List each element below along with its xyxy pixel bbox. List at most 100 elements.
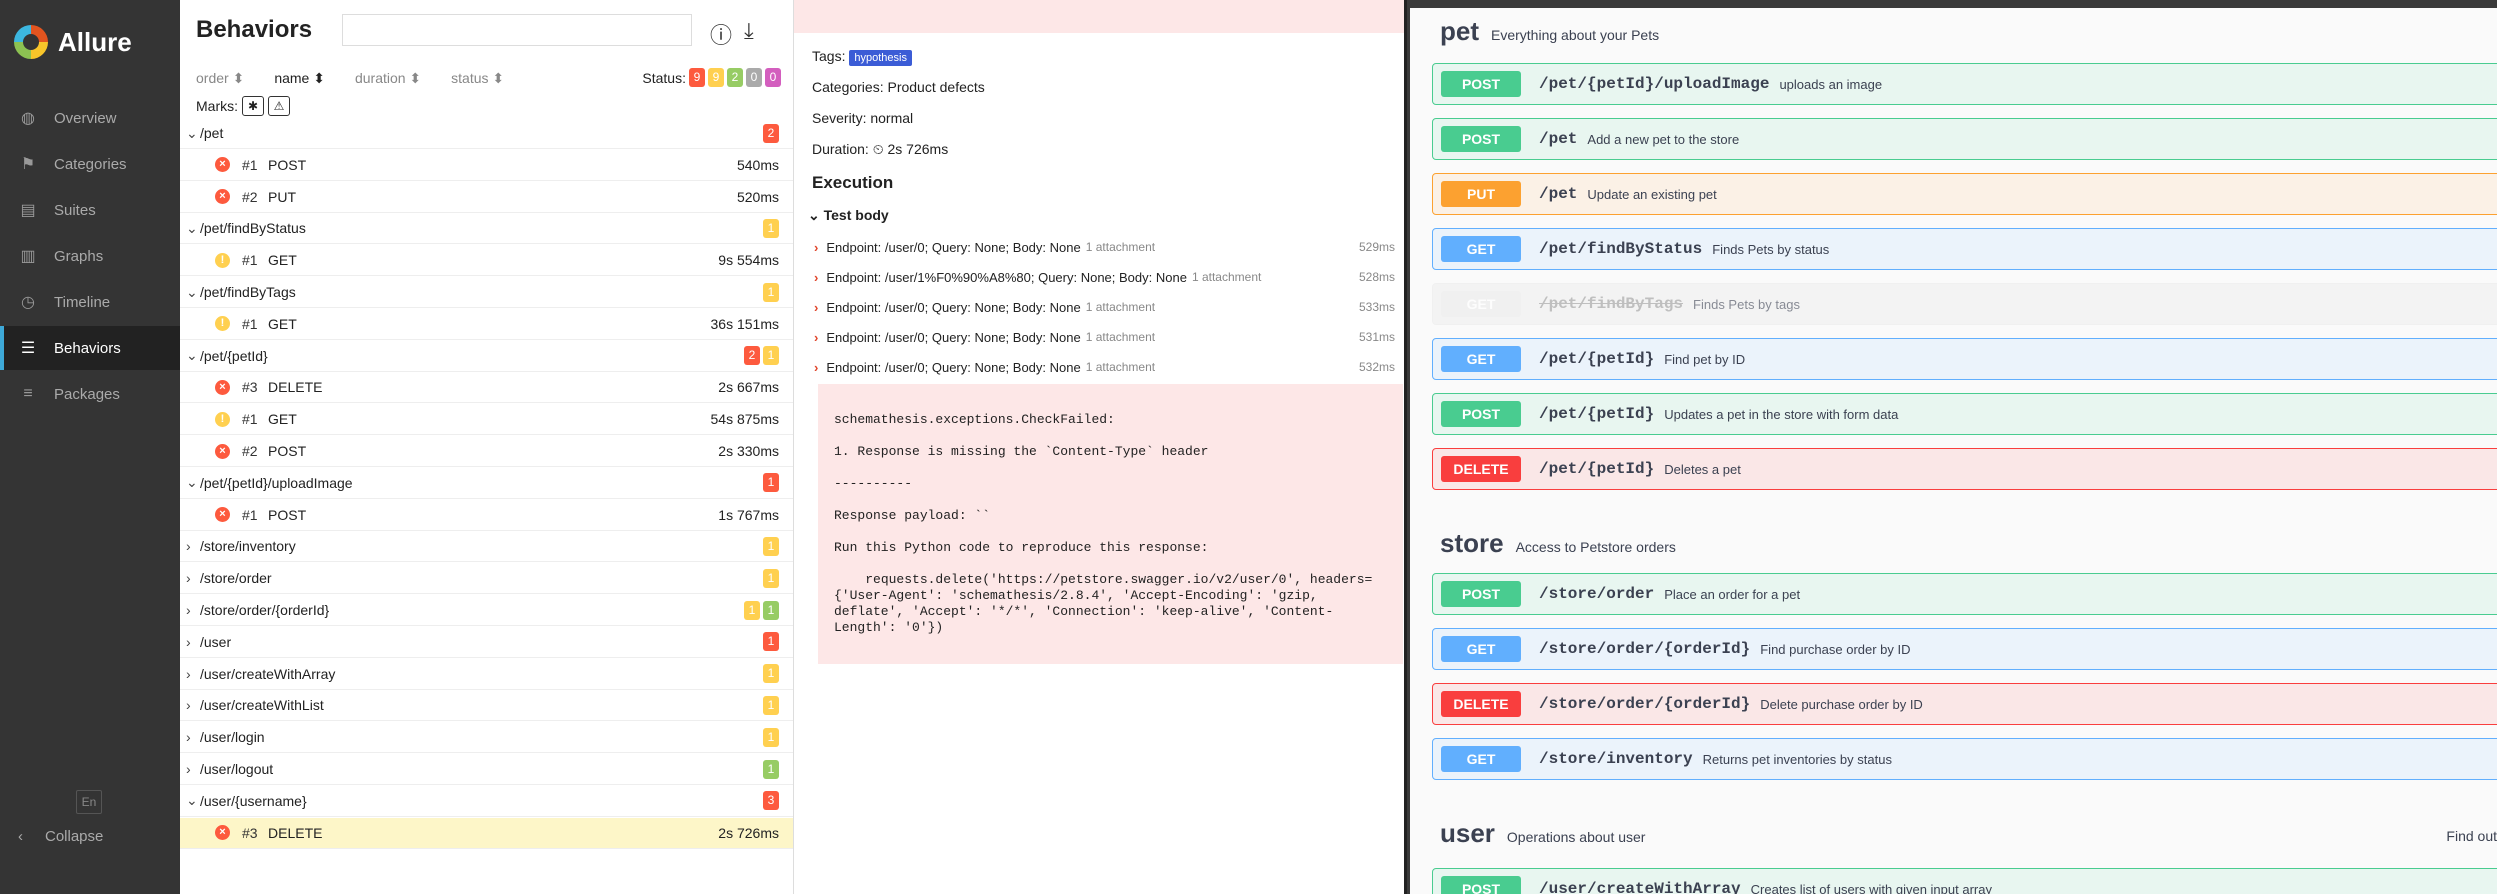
search-input[interactable]: [342, 14, 692, 46]
operation-get[interactable]: GET/pet/findByTags Finds Pets by tags: [1432, 283, 2497, 325]
section-store[interactable]: store Access to Petstore orders: [1440, 528, 1676, 559]
sidebar-item-suites[interactable]: ▤ Suites: [0, 188, 180, 232]
chevron-right-icon: ›: [186, 665, 191, 682]
allure-logo[interactable]: Allure: [14, 25, 132, 59]
attachment-count: 1 attachment: [1085, 330, 1156, 344]
operation-get[interactable]: GET/store/inventory Returns pet inventori…: [1432, 738, 2497, 780]
status-failed-count[interactable]: 9: [689, 68, 705, 87]
tree-test-row[interactable]: ! #1 GET 9s 554ms: [180, 245, 793, 277]
tree-group[interactable]: › /store/order/{orderId} 1 1: [180, 595, 793, 626]
tree-test-row[interactable]: × #3 DELETE 2s 667ms: [180, 372, 793, 404]
tree-group[interactable]: ⌄/pet/{petId} 2 1: [180, 341, 793, 372]
operation-post[interactable]: POST/store/order Place an order for a pet: [1432, 573, 2497, 615]
operation-post[interactable]: POST/user/createWithArray Creates list of…: [1432, 868, 2497, 894]
operation-get[interactable]: GET/store/order/{orderId} Find purchase o…: [1432, 628, 2497, 670]
tree-test-row[interactable]: ! #1 GET 54s 875ms: [180, 404, 793, 436]
tree-group[interactable]: ⌄/user/{username} 3: [180, 786, 793, 817]
operation-delete[interactable]: DELETE/store/order/{orderId} Delete purch…: [1432, 683, 2497, 725]
tree-test-row[interactable]: × #3 DELETE 2s 726ms: [180, 817, 793, 849]
tree-group[interactable]: › /user/logout 1: [180, 754, 793, 785]
execution-step[interactable]: › Endpoint: /user/1%F0%90%A8%80; Query: N…: [814, 262, 1399, 292]
failed-status-icon: ×: [215, 443, 230, 459]
chevron-down-icon: ⌄: [808, 207, 824, 223]
language-switch[interactable]: En: [76, 790, 102, 814]
status-passed-count[interactable]: 2: [727, 68, 743, 87]
count-badge: 3: [763, 791, 779, 811]
sort-status[interactable]: status ⬍: [451, 70, 504, 87]
tree-test-row[interactable]: × #1 POST 540ms: [180, 150, 793, 181]
sidebar-item-packages[interactable]: ≡ Packages: [0, 372, 180, 416]
operation-path: /pet/findByTags: [1539, 295, 1684, 313]
sort-duration[interactable]: duration ⬍: [355, 70, 421, 87]
tree-group[interactable]: ⌄/pet/{petId}/uploadImage 1: [180, 468, 793, 499]
collapse-button[interactable]: ‹ Collapse: [18, 828, 125, 845]
find-out-link[interactable]: Find out: [2446, 828, 2497, 844]
sidebar-item-overview[interactable]: ◍ Overview: [0, 96, 180, 140]
sort-name[interactable]: name ⬍: [274, 70, 325, 87]
marks-label: Marks:: [196, 98, 238, 114]
status-unknown-count[interactable]: 0: [765, 68, 781, 87]
sidebar-item-categories[interactable]: ⚑ Categories: [0, 142, 180, 186]
tree-group[interactable]: ⌄/pet/findByTags 1: [180, 277, 793, 308]
tree-test-row[interactable]: × #1 POST 1s 767ms: [180, 500, 793, 531]
tree-test-row[interactable]: × #2 PUT 520ms: [180, 182, 793, 213]
section-user[interactable]: user Operations about user: [1440, 818, 1645, 849]
group-badges: 1: [760, 695, 779, 715]
test-order: #1: [242, 411, 258, 428]
marks-filter: Marks: ✱ ⚠: [196, 96, 290, 116]
info-icon[interactable]: ⓘ: [710, 18, 732, 50]
flag-icon: ⚑: [20, 156, 36, 173]
group-badges: 1: [760, 664, 779, 684]
tags-label: Tags:: [812, 48, 846, 64]
categories-line: Categories: Product defects: [812, 79, 985, 95]
method-badge: POST: [1441, 401, 1521, 427]
tree-test-row[interactable]: ! #1 GET 36s 151ms: [180, 309, 793, 340]
tree-group[interactable]: › /store/order 1: [180, 563, 793, 595]
flaky-mark-toggle[interactable]: ✱: [242, 96, 264, 116]
sidebar-item-timeline[interactable]: ◷ Timeline: [0, 280, 180, 324]
count-badge: 2: [744, 346, 760, 366]
page-title: Behaviors: [196, 16, 313, 43]
error-trace: schemathesis.exceptions.CheckFailed: 1. …: [818, 384, 1403, 664]
operation-path: /pet: [1539, 185, 1578, 203]
test-duration: 2s 726ms: [718, 824, 779, 841]
tree-group[interactable]: ⌄/pet/findByStatus 1: [180, 213, 793, 245]
tree-test-row[interactable]: × #2 POST 2s 330ms: [180, 436, 793, 467]
sidebar-item-graphs[interactable]: ▥ Graphs: [0, 234, 180, 278]
tree-group-label: /user/{username}: [200, 792, 307, 809]
tree-group-label: /pet/findByStatus: [200, 220, 306, 237]
test-name: DELETE: [268, 824, 323, 841]
status-skipped-count[interactable]: 0: [746, 68, 762, 87]
tree-group[interactable]: ⌄/pet 2: [180, 118, 793, 149]
operation-post[interactable]: POST/pet/{petId}/uploadImage uploads an i…: [1432, 63, 2497, 105]
section-pet[interactable]: pet Everything about your Pets: [1440, 16, 1659, 47]
operation-get[interactable]: GET/pet/findByStatus Finds Pets by status: [1432, 228, 2497, 270]
sort-order[interactable]: order ⬍: [196, 70, 244, 87]
operation-summary: Delete purchase order by ID: [1760, 696, 1923, 712]
tree-group[interactable]: › /user 1: [180, 627, 793, 658]
count-badge: 1: [744, 600, 760, 620]
tree-group[interactable]: › /user/createWithArray 1: [180, 659, 793, 690]
operation-path: /pet/{petId}: [1539, 460, 1655, 478]
sidebar-item-behaviors[interactable]: ☰ Behaviors: [0, 326, 180, 370]
tree-group[interactable]: › /store/inventory 1: [180, 531, 793, 563]
operation-delete[interactable]: DELETE/pet/{petId} Deletes a pet: [1432, 448, 2497, 490]
tree-group[interactable]: › /user/createWithList 1: [180, 690, 793, 722]
status-broken-count[interactable]: 9: [708, 68, 724, 87]
execution-step[interactable]: › Endpoint: /user/0; Query: None; Body: N…: [814, 322, 1399, 352]
chevron-right-icon: ›: [186, 729, 191, 746]
operation-post[interactable]: POST/pet Add a new pet to the store: [1432, 118, 2497, 160]
execution-step[interactable]: › Endpoint: /user/0; Query: None; Body: N…: [814, 232, 1399, 262]
warning-mark-toggle[interactable]: ⚠: [268, 96, 290, 116]
operation-put[interactable]: PUT/pet Update an existing pet: [1432, 173, 2497, 215]
execution-step[interactable]: › Endpoint: /user/0; Query: None; Body: N…: [814, 352, 1399, 382]
operation-get[interactable]: GET/pet/{petId} Find pet by ID: [1432, 338, 2497, 380]
execution-step[interactable]: › Endpoint: /user/0; Query: None; Body: N…: [814, 292, 1399, 322]
method-badge: DELETE: [1441, 691, 1521, 717]
tree-group[interactable]: › /user/login 1: [180, 722, 793, 754]
download-icon[interactable]: ⤓: [744, 18, 754, 44]
packages-icon: ≡: [23, 385, 33, 402]
operation-summary: Finds Pets by tags: [1693, 296, 1800, 312]
operation-post[interactable]: POST/pet/{petId} Updates a pet in the sto…: [1432, 393, 2497, 435]
test-body-toggle[interactable]: ⌄ Test body: [808, 207, 889, 224]
